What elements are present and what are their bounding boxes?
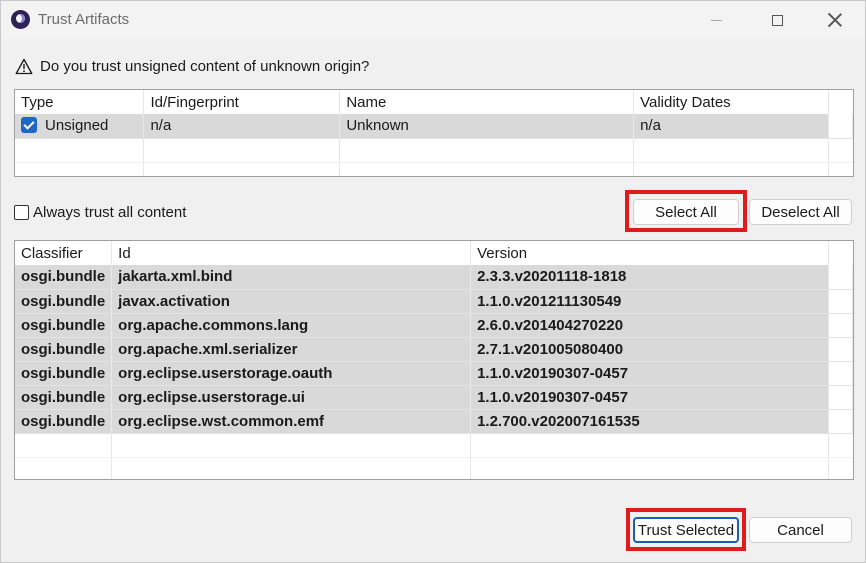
cell-version: 2.6.0.v201404270220 [470,313,830,338]
cell-version: 1.2.700.v202007161535 [470,409,830,434]
cell-version: 2.7.1.v201005080400 [470,337,830,362]
cell-id: javax.activation [111,289,472,314]
minimize-button [693,1,739,39]
maximize-icon [771,14,783,26]
select-all-button[interactable]: Select All [633,199,739,225]
cell-validity: n/a [633,114,829,139]
cell-type[interactable]: Unsigned [15,114,145,139]
cell-classifier: osgi.bundle [15,289,113,314]
column-header-version[interactable]: Version [470,241,830,265]
cell-version: 1.1.0.v20190307-0457 [470,361,830,386]
always-trust-checkbox-row[interactable]: Always trust all content [14,204,186,221]
cell-classifier: osgi.bundle [15,337,113,362]
cell-id: org.apache.commons.lang [111,313,472,338]
table-row[interactable]: osgi.bundle jakarta.xml.bind 2.3.3.v2020… [15,265,853,290]
column-header-id[interactable]: Id [111,241,472,265]
warning-triangle-icon [15,58,33,75]
column-header-name[interactable]: Name [339,90,635,114]
signers-header-row: Type Id/Fingerprint Name Validity Dates [15,90,853,114]
cell-id: org.apache.xml.serializer [111,337,472,362]
maximize-button[interactable] [754,1,800,39]
cell-id: jakarta.xml.bind [111,265,472,290]
cell-filler [828,114,853,139]
cell-id: org.eclipse.userstorage.ui [111,385,472,410]
artifacts-header-row: Classifier Id Version [15,241,853,265]
trust-artifacts-dialog: Trust Artifacts Do you trust unsigned co… [0,0,866,563]
eclipse-app-icon [11,10,30,29]
trust-question: Do you trust unsigned content of unknown… [15,58,369,75]
cell-id: org.eclipse.userstorage.oauth [111,361,472,386]
table-row[interactable]: Unsigned n/a Unknown n/a [15,114,853,139]
empty-row [15,457,853,479]
close-icon [828,13,842,27]
table-row[interactable]: osgi.bundle org.eclipse.userstorage.oaut… [15,361,853,386]
always-trust-checkbox[interactable] [14,205,29,220]
type-label: Unsigned [45,117,109,135]
table-row[interactable]: osgi.bundle javax.activation 1.1.0.v2012… [15,289,853,314]
table-row[interactable]: osgi.bundle org.eclipse.userstorage.ui 1… [15,385,853,410]
signers-table[interactable]: Type Id/Fingerprint Name Validity Dates … [14,89,854,177]
cell-version: 1.1.0.v20190307-0457 [470,385,830,410]
cell-version: 1.1.0.v201211130549 [470,289,830,314]
artifacts-table[interactable]: Classifier Id Version osgi.bundle jakart… [14,240,854,480]
empty-row [15,433,853,458]
table-row[interactable]: osgi.bundle org.eclipse.wst.common.emf 1… [15,409,853,434]
question-text: Do you trust unsigned content of unknown… [40,58,370,75]
title-bar: Trust Artifacts [1,1,865,39]
cell-id: org.eclipse.wst.common.emf [111,409,472,434]
cell-version: 2.3.3.v20201118-1818 [470,265,830,290]
window-title: Trust Artifacts [38,11,130,28]
column-header-validity-dates[interactable]: Validity Dates [633,90,829,114]
cell-classifier: osgi.bundle [15,361,113,386]
cell-classifier: osgi.bundle [15,409,113,434]
deselect-all-button[interactable]: Deselect All [749,199,852,225]
empty-row [15,162,853,176]
minimize-icon [710,19,722,21]
column-header-type[interactable]: Type [15,90,145,114]
cell-classifier: osgi.bundle [15,385,113,410]
cell-name: Unknown [339,114,635,139]
column-header-classifier[interactable]: Classifier [15,241,113,265]
table-row[interactable]: osgi.bundle org.apache.commons.lang 2.6.… [15,313,853,338]
column-header-filler [828,241,853,265]
cancel-button[interactable]: Cancel [749,517,852,543]
cell-classifier: osgi.bundle [15,313,113,338]
unsigned-checkbox[interactable] [21,117,37,134]
table-row[interactable]: osgi.bundle org.apache.xml.serializer 2.… [15,337,853,362]
close-button[interactable] [812,1,858,39]
cell-classifier: osgi.bundle [15,265,113,290]
empty-row [15,138,853,163]
column-header-id-fingerprint[interactable]: Id/Fingerprint [143,90,341,114]
cell-id: n/a [143,114,341,139]
trust-selected-button[interactable]: Trust Selected [633,517,739,543]
always-trust-label[interactable]: Always trust all content [33,204,186,221]
column-header-filler [828,90,853,114]
